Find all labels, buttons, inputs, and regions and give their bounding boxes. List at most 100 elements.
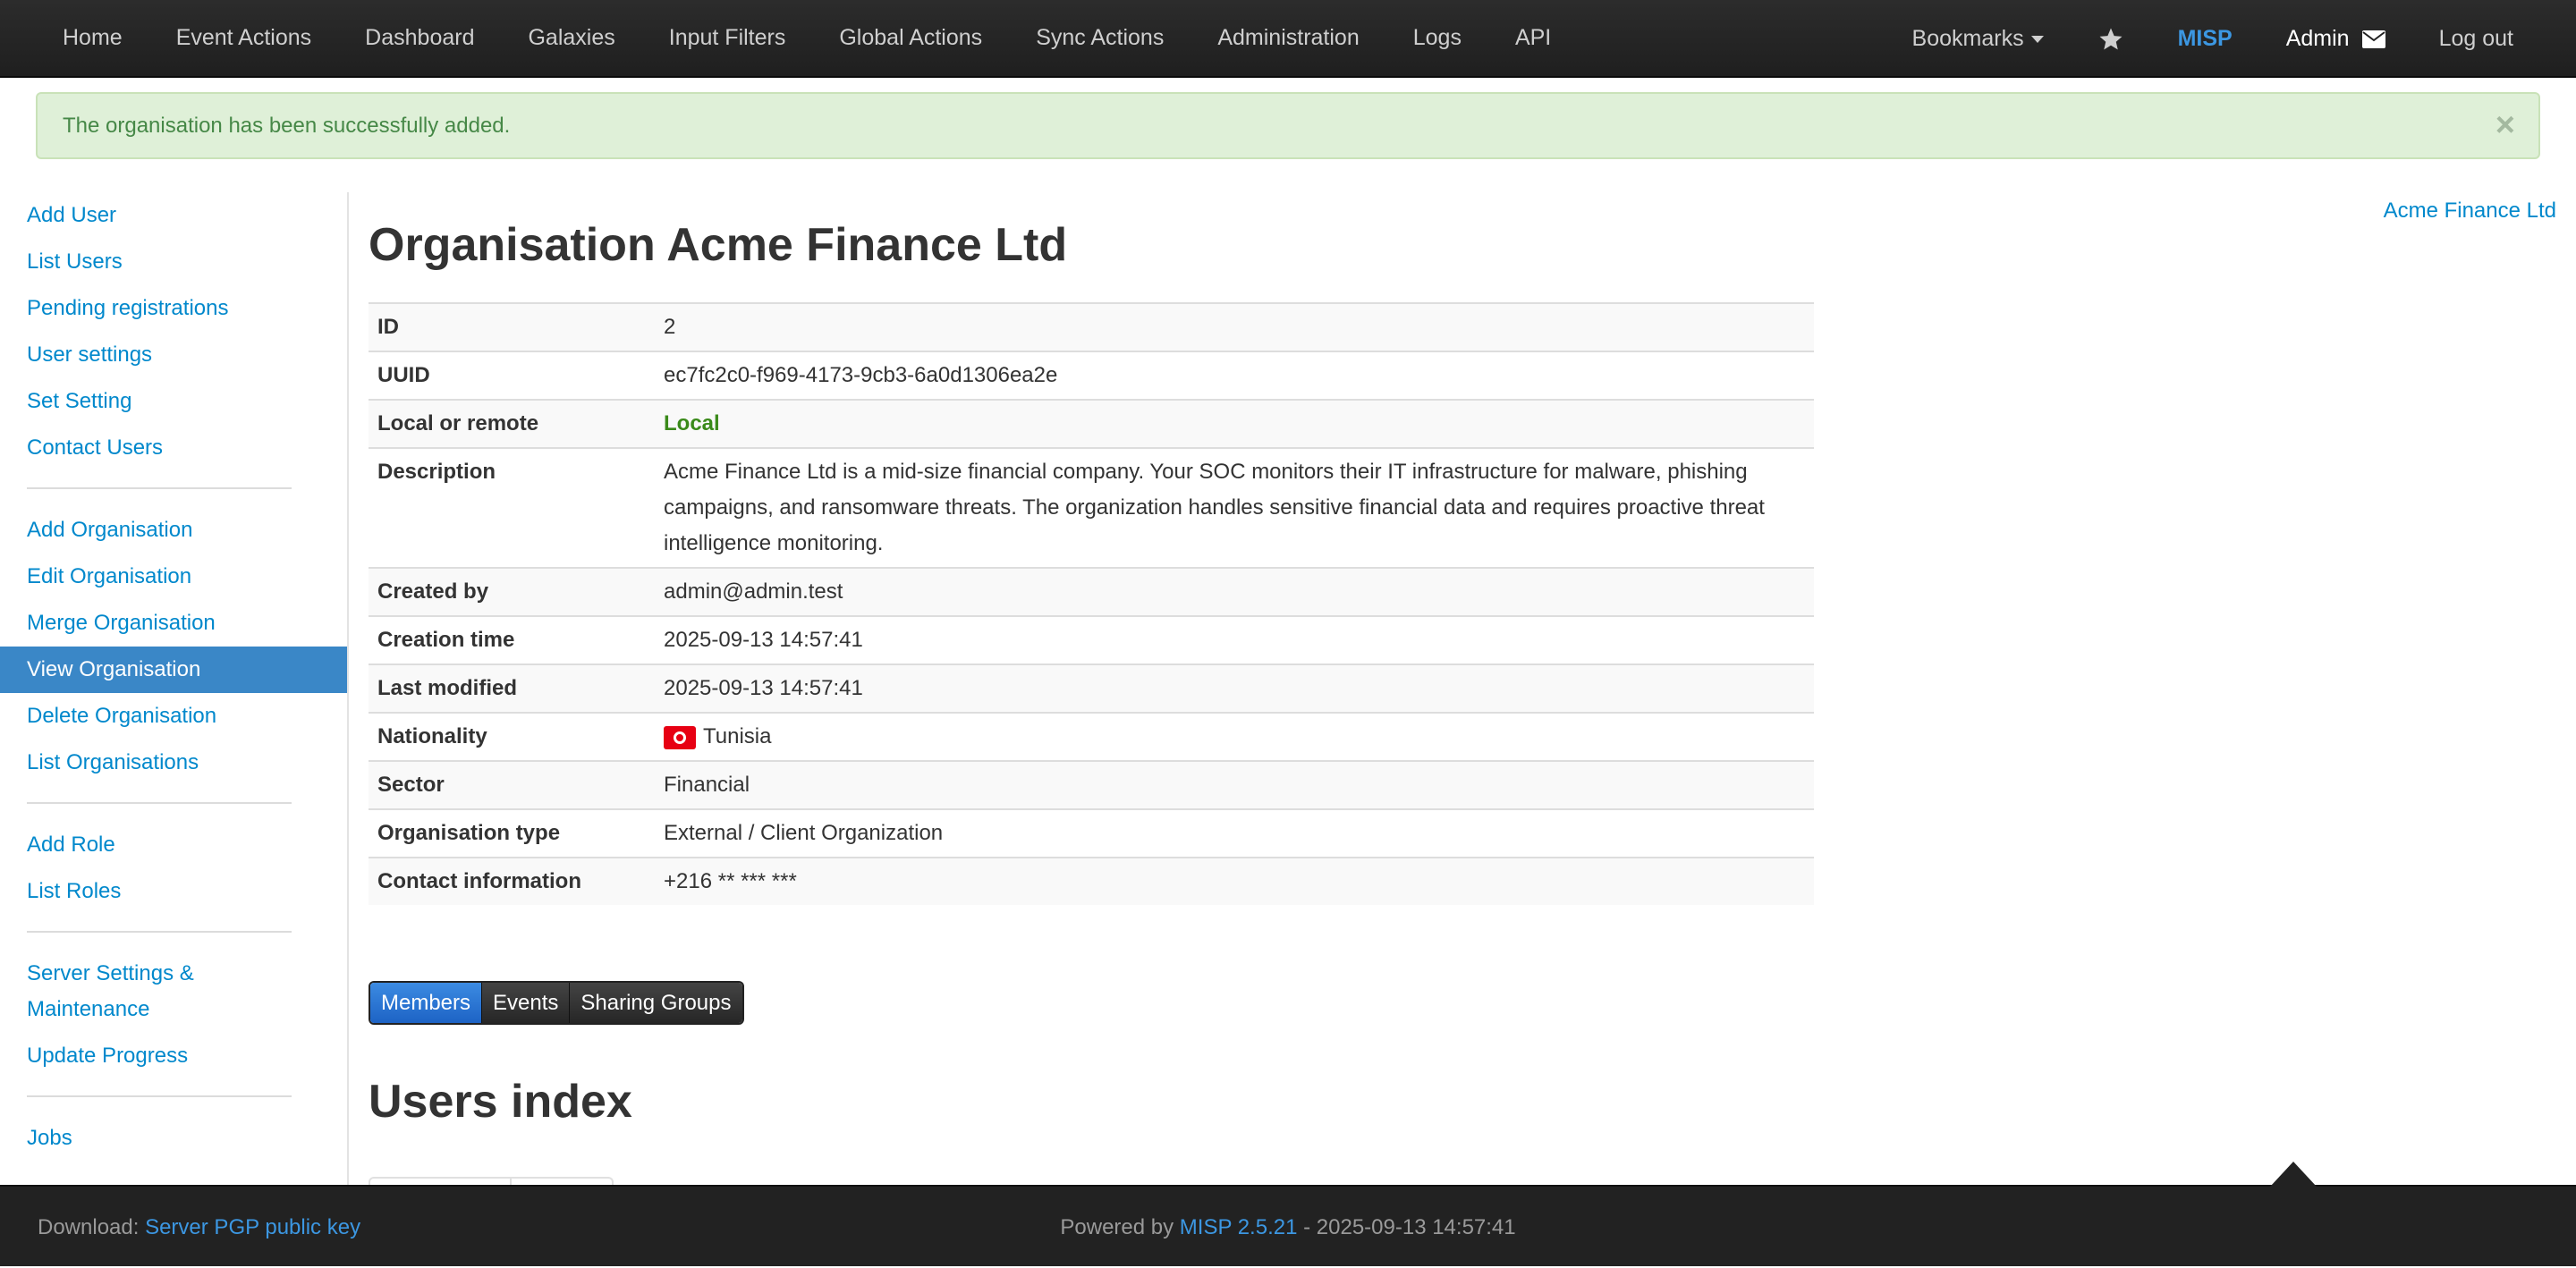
- footer-timestamp: - 2025-09-13 14:57:41: [1303, 1215, 1516, 1239]
- table-row: Sector Financial: [369, 760, 1814, 809]
- org-details-table: ID 2 UUID ec7fc2c0-f969-4173-9cb3-6a0d13…: [369, 302, 1814, 905]
- nav-galaxies[interactable]: Galaxies: [501, 0, 641, 77]
- sidebar-item-list-roles[interactable]: List Roles: [0, 868, 347, 915]
- sidebar-item-set-setting[interactable]: Set Setting: [0, 378, 347, 425]
- table-row: Created by admin@admin.test: [369, 567, 1814, 616]
- sidebar-item-merge-organisation[interactable]: Merge Organisation: [0, 600, 347, 647]
- sidebar-item-add-organisation[interactable]: Add Organisation: [0, 507, 347, 554]
- envelope-icon: [2361, 30, 2385, 49]
- nationality-value: Tunisia: [703, 724, 772, 748]
- nav-input-filters[interactable]: Input Filters: [642, 0, 813, 77]
- tab-events[interactable]: Events: [481, 983, 570, 1023]
- users-index-title: Users index: [369, 1076, 632, 1128]
- sidebar-item-add-user[interactable]: Add User: [0, 192, 347, 239]
- chevron-down-icon: [2030, 36, 2044, 44]
- sidebar-item-add-role[interactable]: Add Role: [0, 822, 347, 868]
- detail-value: Financial: [655, 760, 1814, 809]
- sidebar-item-user-settings[interactable]: User settings: [0, 332, 347, 378]
- table-row: ID 2: [369, 302, 1814, 351]
- scroll-to-top-button[interactable]: [2270, 1162, 2317, 1187]
- table-row: Local or remote Local: [369, 399, 1814, 448]
- tunisia-flag-icon: [664, 725, 696, 749]
- detail-key: Local or remote: [369, 399, 655, 448]
- nav-api[interactable]: API: [1488, 0, 1578, 77]
- detail-value: admin@admin.test: [655, 567, 1814, 616]
- top-navbar: Home Event Actions Dashboard Galaxies In…: [0, 0, 2576, 78]
- favourite-star-button[interactable]: [2071, 0, 2151, 78]
- local-badge: Local: [664, 411, 720, 435]
- nav-administration[interactable]: Administration: [1191, 0, 1385, 77]
- sidebar-item-view-organisation[interactable]: View Organisation: [0, 647, 347, 693]
- detail-value: Acme Finance Ltd is a mid-size financial…: [655, 447, 1814, 568]
- detail-key: Nationality: [369, 712, 655, 761]
- footer-powered-by: Powered by MISP 2.5.21 - 2025-09-13 14:5…: [0, 1187, 2576, 1268]
- admin-sidebar: Add User List Users Pending registration…: [0, 192, 349, 1185]
- page-title: Organisation Acme Finance Ltd: [369, 219, 1068, 271]
- detail-value: ec7fc2c0-f969-4173-9cb3-6a0d1306ea2e: [655, 351, 1814, 400]
- tab-members[interactable]: Members: [370, 983, 482, 1023]
- detail-value: +216 ** *** ***: [655, 857, 1814, 905]
- table-row: Contact information +216 ** *** ***: [369, 857, 1814, 905]
- detail-key: Sector: [369, 760, 655, 809]
- bookmarks-dropdown[interactable]: Bookmarks: [1885, 0, 2071, 78]
- pgp-key-link[interactable]: Server PGP public key: [145, 1215, 360, 1239]
- user-nav: Bookmarks MISP Admin Log out: [1885, 0, 2540, 78]
- sidebar-item-list-users[interactable]: List Users: [0, 239, 347, 285]
- download-label: Download:: [38, 1215, 140, 1239]
- detail-key: UUID: [369, 351, 655, 400]
- detail-key: ID: [369, 302, 655, 351]
- sidebar-divider: [27, 1095, 292, 1097]
- detail-value: 2025-09-13 14:57:41: [655, 664, 1814, 713]
- admin-label: Admin: [2285, 26, 2350, 51]
- main-nav: Home Event Actions Dashboard Galaxies In…: [36, 0, 1578, 77]
- close-icon[interactable]: ×: [2496, 94, 2515, 157]
- detail-value: 2: [655, 302, 1814, 351]
- nav-logs[interactable]: Logs: [1386, 0, 1488, 77]
- detail-key: Description: [369, 447, 655, 568]
- sidebar-divider: [27, 931, 292, 933]
- nav-sync-actions[interactable]: Sync Actions: [1009, 0, 1191, 77]
- detail-value: External / Client Organization: [655, 808, 1814, 858]
- detail-key: Last modified: [369, 664, 655, 713]
- sidebar-item-pending-registrations[interactable]: Pending registrations: [0, 285, 347, 332]
- tab-sharing-groups[interactable]: Sharing Groups: [569, 983, 742, 1023]
- table-row: Nationality Tunisia: [369, 712, 1814, 761]
- sidebar-divider: [27, 802, 292, 804]
- sidebar-item-server-settings[interactable]: Server Settings & Maintenance: [0, 951, 224, 1033]
- table-row: UUID ec7fc2c0-f969-4173-9cb3-6a0d1306ea2…: [369, 351, 1814, 400]
- detail-key: Organisation type: [369, 808, 655, 858]
- misp-version-link[interactable]: MISP 2.5.21: [1180, 1215, 1298, 1239]
- detail-value: 2025-09-13 14:57:41: [655, 615, 1814, 664]
- nav-home[interactable]: Home: [36, 0, 149, 77]
- nav-admin[interactable]: Admin: [2259, 0, 2412, 78]
- powered-by-label: Powered by: [1060, 1215, 1174, 1239]
- nav-misp[interactable]: MISP: [2151, 0, 2259, 78]
- logout-button[interactable]: Log out: [2412, 0, 2540, 78]
- sidebar-item-contact-users[interactable]: Contact Users: [0, 425, 347, 471]
- nav-global-actions[interactable]: Global Actions: [812, 0, 1009, 77]
- sidebar-item-delete-organisation[interactable]: Delete Organisation: [0, 693, 347, 740]
- org-link[interactable]: Acme Finance Ltd: [2384, 199, 2556, 224]
- nav-dashboard[interactable]: Dashboard: [338, 0, 501, 77]
- sidebar-item-update-progress[interactable]: Update Progress: [0, 1033, 347, 1079]
- org-tabs: Members Events Sharing Groups: [369, 981, 744, 1025]
- table-row: Organisation type External / Client Orga…: [369, 808, 1814, 858]
- table-row: Creation time 2025-09-13 14:57:41: [369, 615, 1814, 664]
- star-icon: [2099, 28, 2123, 50]
- sidebar-divider: [27, 487, 292, 489]
- sidebar-item-list-organisations[interactable]: List Organisations: [0, 740, 347, 786]
- detail-key: Contact information: [369, 857, 655, 905]
- bookmarks-label: Bookmarks: [1911, 26, 2024, 51]
- nav-event-actions[interactable]: Event Actions: [149, 0, 338, 77]
- success-alert: The organisation has been successfully a…: [36, 92, 2540, 159]
- footer: Powered by MISP 2.5.21 - 2025-09-13 14:5…: [0, 1162, 2576, 1268]
- detail-value: Local: [655, 399, 1814, 448]
- sidebar-item-jobs[interactable]: Jobs: [0, 1115, 347, 1162]
- alert-message: The organisation has been successfully a…: [63, 114, 511, 138]
- table-row: Description Acme Finance Ltd is a mid-si…: [369, 447, 1814, 568]
- sidebar-item-edit-organisation[interactable]: Edit Organisation: [0, 554, 347, 600]
- table-row: Last modified 2025-09-13 14:57:41: [369, 664, 1814, 713]
- footer-download: Download: Server PGP public key: [38, 1187, 360, 1268]
- detail-key: Creation time: [369, 615, 655, 664]
- detail-value: Tunisia: [655, 712, 1814, 761]
